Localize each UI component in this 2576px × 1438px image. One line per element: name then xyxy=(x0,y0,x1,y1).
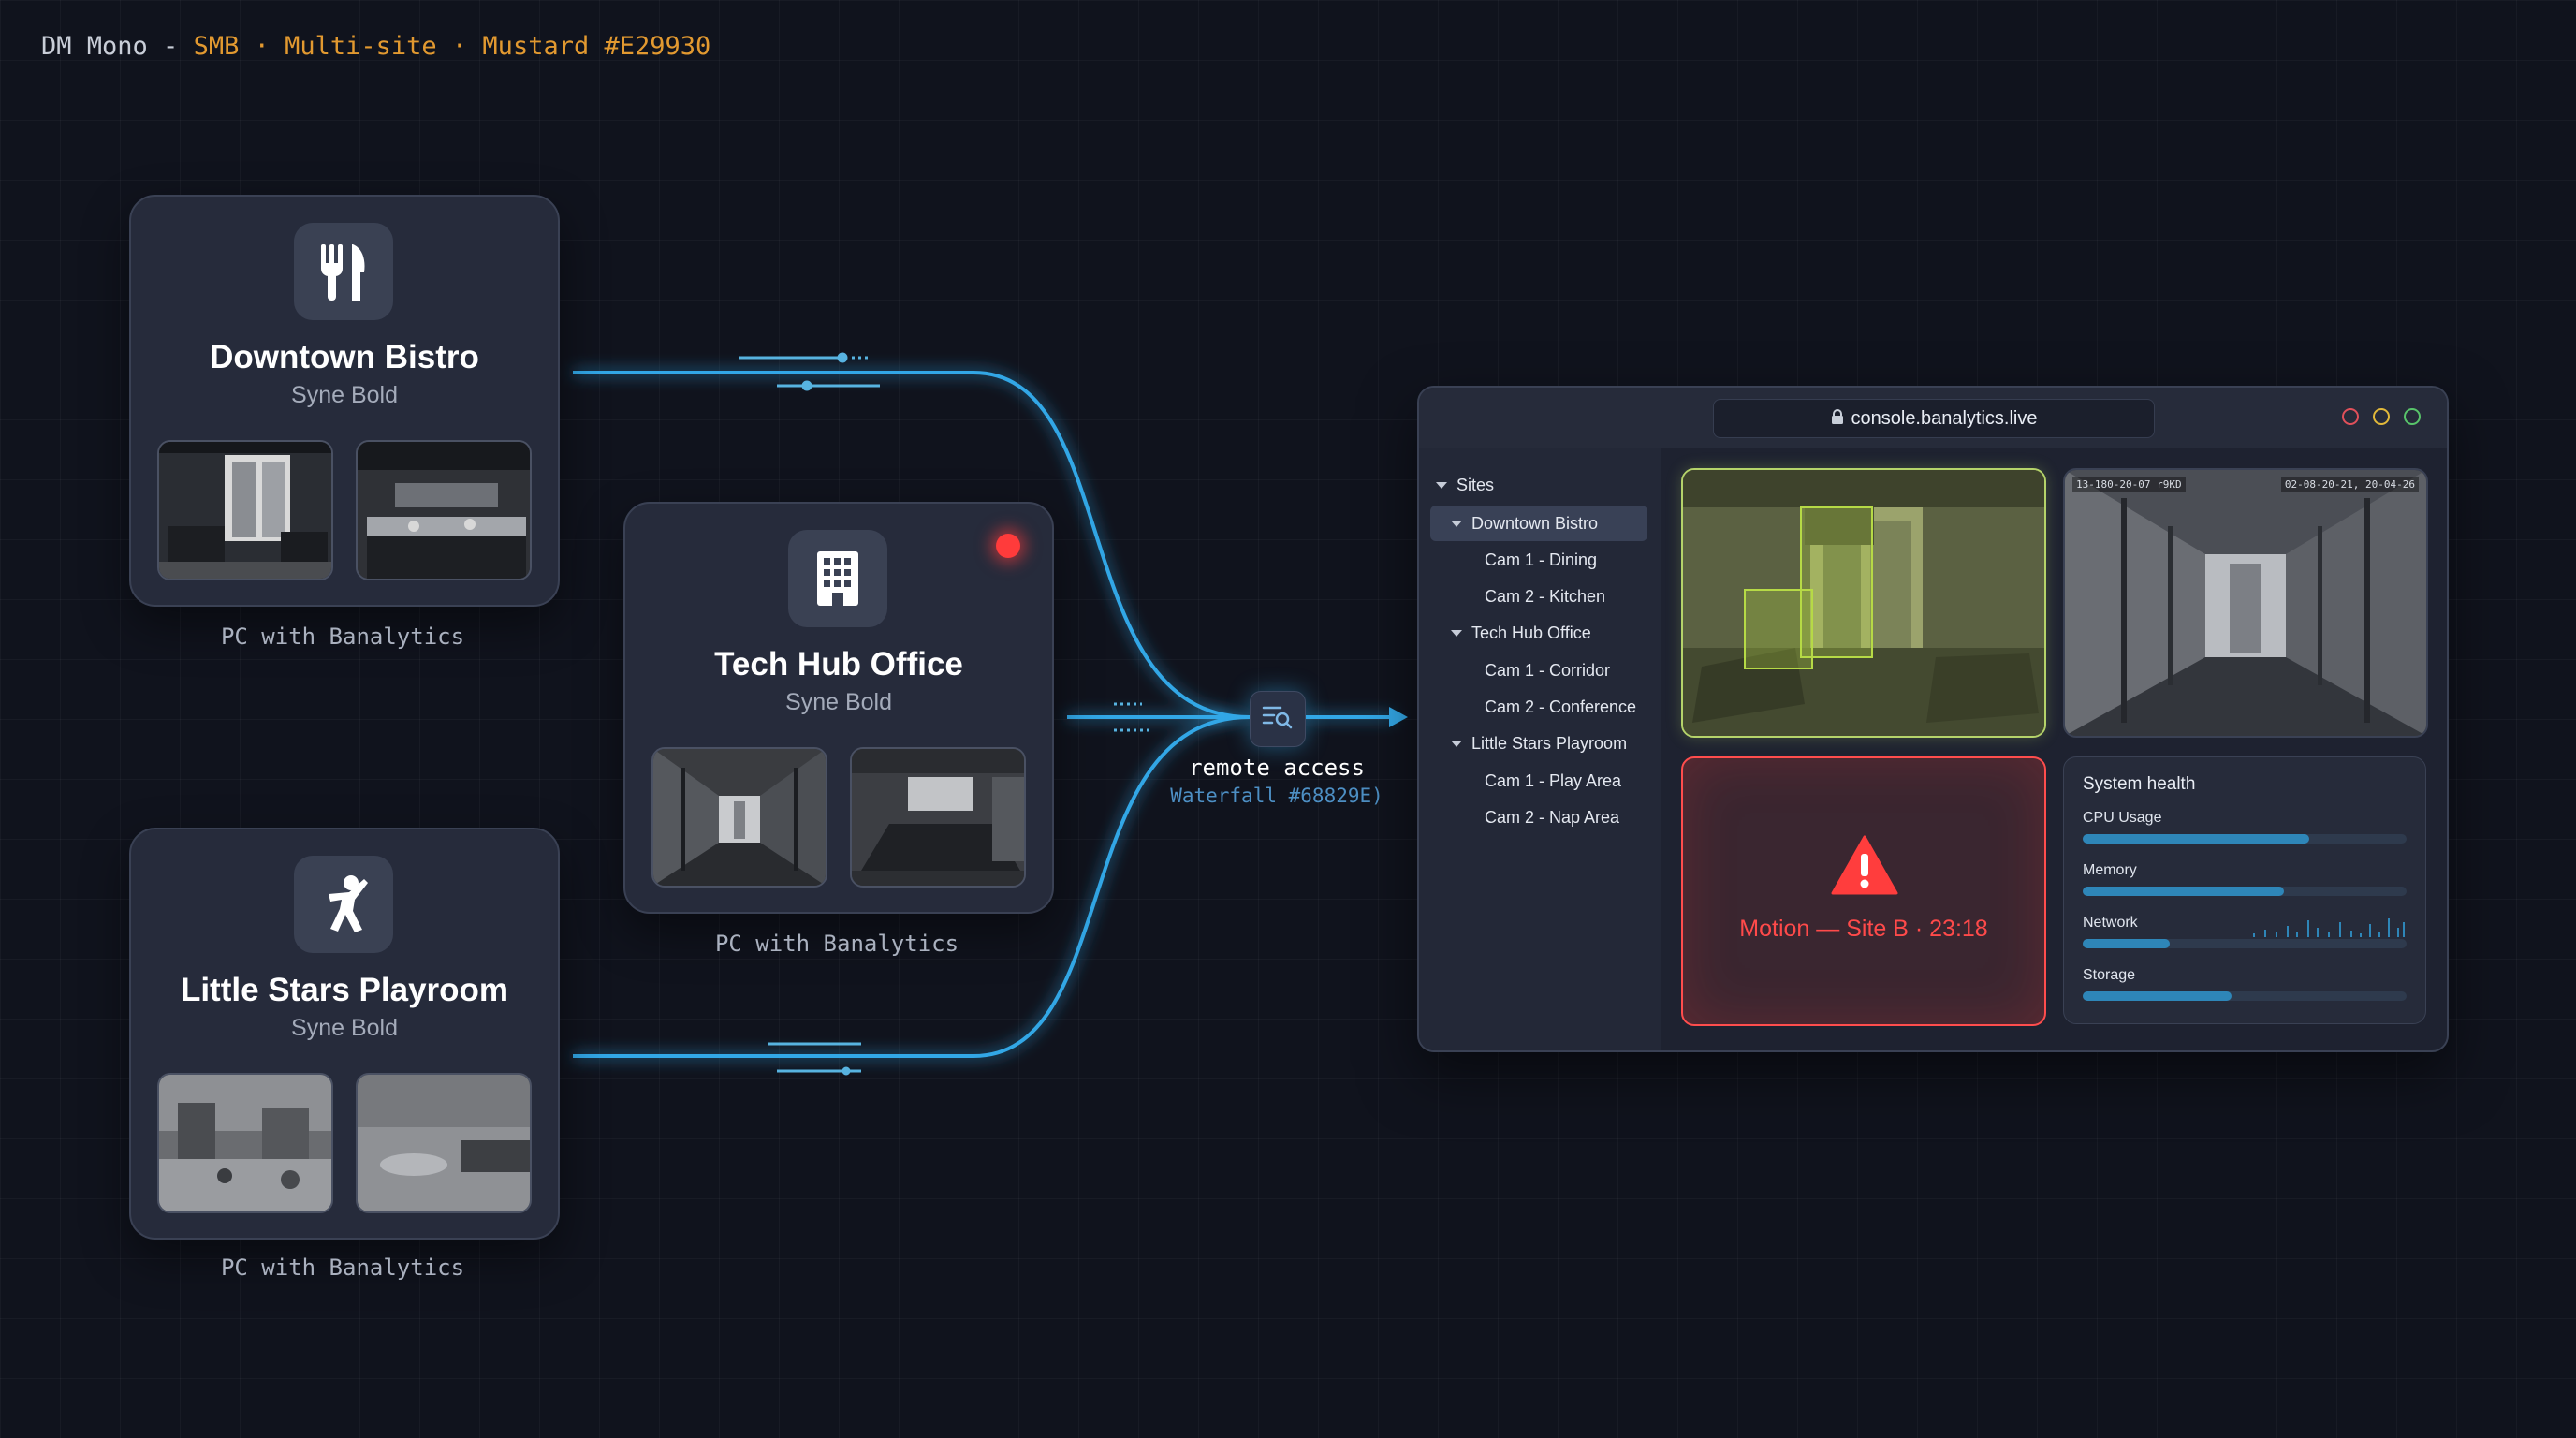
site-card-little-stars-playroom[interactable]: Little Stars Playroom Syne Bold xyxy=(129,828,560,1240)
hub-sublabel: Waterfall #68829E) xyxy=(1170,785,1383,807)
site-title: Little Stars Playroom xyxy=(180,972,509,1008)
memory-label: Memory xyxy=(2083,862,2137,878)
site-caption: PC with Banalytics xyxy=(220,1255,465,1281)
camera-thumbnail-dining[interactable] xyxy=(157,440,333,580)
warning-icon xyxy=(1831,835,1898,900)
sidebar-item-label: Downtown Bistro xyxy=(1471,513,1599,533)
sidebar-item-tech-hub-office[interactable]: Tech Hub Office xyxy=(1451,624,1591,643)
sidebar-root-sites[interactable]: Sites xyxy=(1436,476,1494,495)
camera-feed-image xyxy=(1683,470,2044,736)
alert-message: Motion — Site B · 23:18 xyxy=(1739,916,1988,942)
camera-thumbnail-nap-area[interactable] xyxy=(356,1073,532,1213)
console-window: console.banalytics.live Sites Downtown B… xyxy=(1417,386,2449,1052)
memory-bar-fill xyxy=(2083,887,2284,896)
motion-alert-panel[interactable]: Motion — Site B · 23:18 xyxy=(1681,756,2046,1026)
site-font-note: Syne Bold xyxy=(785,689,892,715)
network-bar-fill xyxy=(2083,939,2171,948)
list-search-icon xyxy=(1262,703,1294,736)
sites-sidebar: Sites Downtown Bistro Cam 1 - Dining Cam… xyxy=(1419,448,1661,1050)
chevron-down-icon xyxy=(1436,482,1447,489)
camera-thumbnail-corridor[interactable] xyxy=(651,747,827,888)
building-icon xyxy=(788,530,887,627)
feed-timestamp-right: 02-08-20-21, 20-04-26 xyxy=(2280,477,2419,492)
system-health-title: System health xyxy=(2083,774,2196,794)
camera-thumbnail-play-area[interactable] xyxy=(157,1073,333,1213)
child-icon xyxy=(294,856,393,953)
storage-bar xyxy=(2083,991,2407,1001)
maximize-window-button[interactable] xyxy=(2404,408,2421,425)
sidebar-item-label: Tech Hub Office xyxy=(1471,624,1591,642)
feed-timestamp-left: 13-180-20-07 r9KD xyxy=(2072,477,2186,492)
sidebar-item-label: Cam 2 - Nap Area xyxy=(1485,808,1620,827)
memory-bar xyxy=(2083,887,2407,896)
site-title: Downtown Bistro xyxy=(210,339,479,375)
console-titlebar: console.banalytics.live xyxy=(1419,388,2447,448)
camera-thumbnail-kitchen[interactable] xyxy=(356,440,532,580)
system-health-panel: System health CPU Usage Memory Network S… xyxy=(2063,756,2426,1024)
minimize-window-button[interactable] xyxy=(2373,408,2390,425)
sidebar-item-little-stars-playroom[interactable]: Little Stars Playroom xyxy=(1451,734,1627,754)
site-caption: PC with Banalytics xyxy=(714,931,959,957)
sidebar-item-cam-conference[interactable]: Cam 2 - Conference xyxy=(1485,697,1636,717)
sidebar-root-label: Sites xyxy=(1456,476,1495,494)
camera-feed-image xyxy=(2065,470,2426,736)
sidebar-item-cam-dining[interactable]: Cam 1 - Dining xyxy=(1485,550,1597,570)
site-title: Tech Hub Office xyxy=(714,646,963,682)
site-card-downtown-bistro[interactable]: Downtown Bistro Syne Bold xyxy=(129,195,560,607)
camera-thumbnail-conference[interactable] xyxy=(850,747,1026,888)
cpu-label: CPU Usage xyxy=(2083,810,2162,826)
chevron-down-icon xyxy=(1451,630,1462,637)
cpu-bar-fill xyxy=(2083,834,2310,844)
camera-feed-corridor[interactable]: 13-180-20-07 r9KD 02-08-20-21, 20-04-26 xyxy=(2063,468,2428,738)
sidebar-item-cam-corridor[interactable]: Cam 1 - Corridor xyxy=(1485,661,1610,681)
sidebar-item-downtown-bistro[interactable]: Downtown Bistro xyxy=(1430,506,1647,541)
network-bar xyxy=(2083,939,2407,948)
close-window-button[interactable] xyxy=(2342,408,2359,425)
camera-feed-motion[interactable] xyxy=(1681,468,2046,738)
sidebar-item-label: Cam 2 - Conference xyxy=(1485,697,1637,716)
chevron-down-icon xyxy=(1451,741,1462,747)
network-label: Network xyxy=(2083,915,2138,931)
url-text: console.banalytics.live xyxy=(1851,407,2038,429)
network-sparkline xyxy=(2253,918,2405,937)
remote-access-hub[interactable] xyxy=(1250,691,1306,747)
sidebar-item-label: Cam 1 - Play Area xyxy=(1485,771,1622,790)
sidebar-item-label: Cam 1 - Dining xyxy=(1485,550,1598,569)
sidebar-item-label: Little Stars Playroom xyxy=(1471,734,1628,753)
cpu-bar xyxy=(2083,834,2407,844)
sidebar-item-label: Cam 2 - Kitchen xyxy=(1485,587,1606,606)
lock-icon xyxy=(1831,408,1844,430)
storage-label: Storage xyxy=(2083,967,2136,983)
site-font-note: Syne Bold xyxy=(291,382,398,408)
utensils-icon xyxy=(294,223,393,320)
sidebar-item-cam-nap-area[interactable]: Cam 2 - Nap Area xyxy=(1485,808,1619,828)
sidebar-item-label: Cam 1 - Corridor xyxy=(1485,661,1611,680)
storage-bar-fill xyxy=(2083,991,2232,1001)
site-font-note: Syne Bold xyxy=(291,1015,398,1041)
hub-label: remote access xyxy=(1189,755,1365,781)
output-arrowhead xyxy=(1389,707,1408,727)
sidebar-item-cam-kitchen[interactable]: Cam 2 - Kitchen xyxy=(1485,587,1605,607)
alert-indicator-dot xyxy=(996,534,1020,558)
site-caption: PC with Banalytics xyxy=(220,624,465,650)
chevron-down-icon xyxy=(1451,520,1462,527)
url-bar[interactable]: console.banalytics.live xyxy=(1713,399,2155,438)
site-card-tech-hub-office[interactable]: Tech Hub Office Syne Bold xyxy=(623,502,1054,914)
sidebar-item-cam-play-area[interactable]: Cam 1 - Play Area xyxy=(1485,771,1621,791)
